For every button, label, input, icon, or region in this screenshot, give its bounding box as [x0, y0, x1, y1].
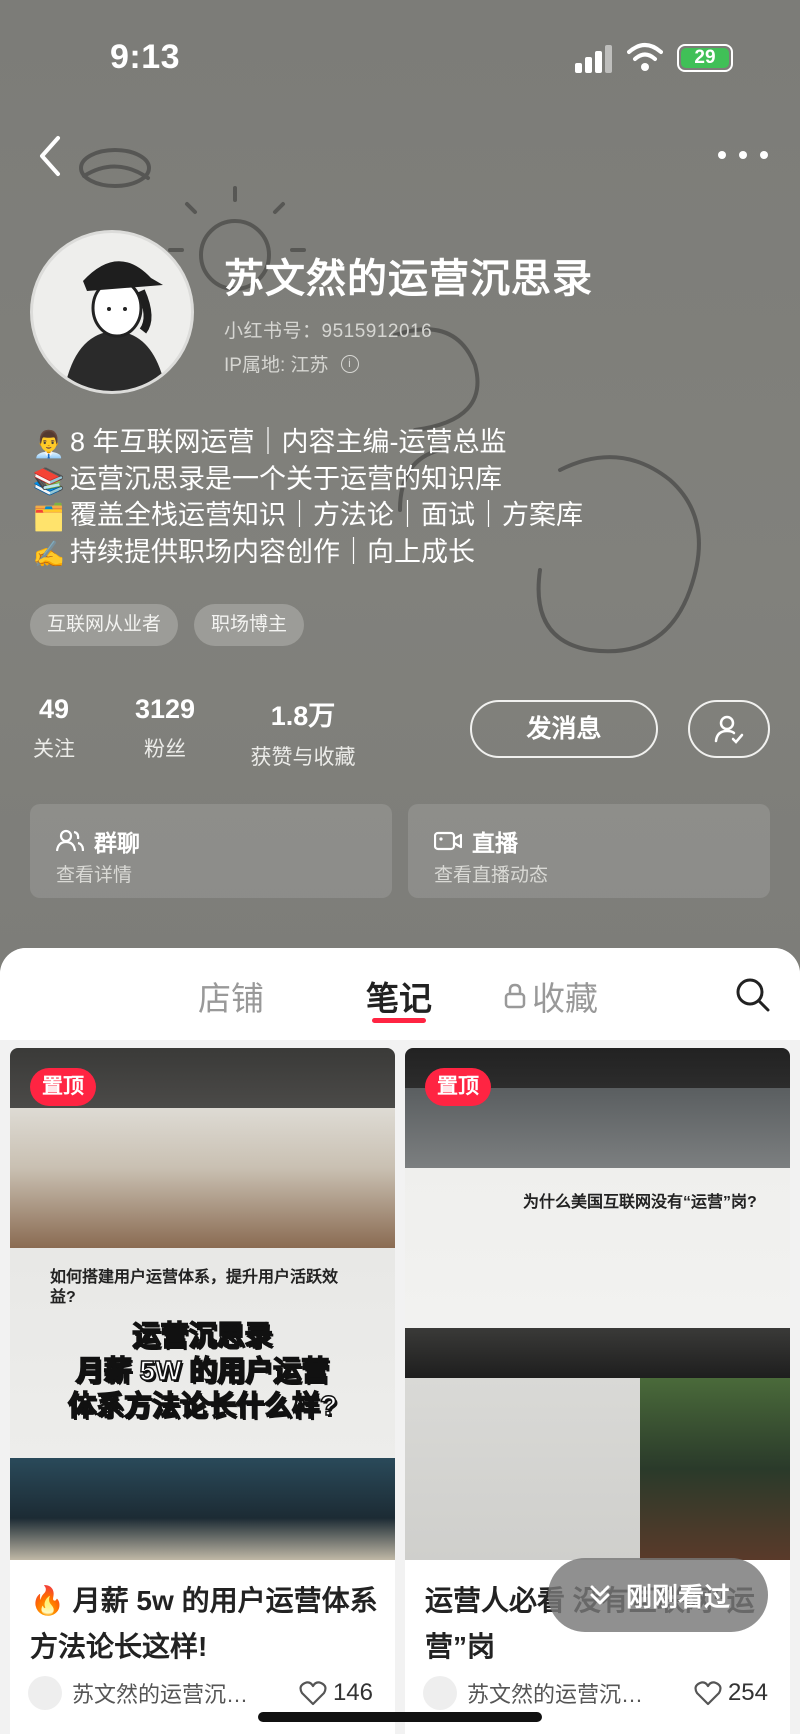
card-title-text: 直播	[472, 830, 518, 856]
author-name: 苏文然的运营沉…	[72, 1682, 249, 1707]
group-icon	[56, 829, 84, 852]
wifi-icon	[627, 43, 663, 71]
overlay-line: 运营沉思录	[132, 1319, 274, 1352]
tab-collections-label: 收藏	[532, 980, 598, 1017]
live-icon	[434, 831, 462, 851]
profile-stats: 49 关注 3129 粉丝 1.8万 获赞与收藏	[30, 694, 364, 771]
more-dot-icon	[739, 151, 747, 159]
stat-number: 1.8万	[270, 701, 336, 731]
active-tab-indicator	[372, 1018, 426, 1023]
search-icon[interactable]	[734, 976, 772, 1014]
like-count[interactable]: 254	[694, 1679, 768, 1707]
ip-location: IP属地: 江苏 i	[224, 350, 359, 377]
heart-icon	[694, 1681, 722, 1706]
profile-tags: 互联网从业者 职场博主	[30, 604, 305, 646]
note-cover-heading: 为什么美国互联网没有“运营”岗?	[523, 1194, 757, 1211]
tag-chip[interactable]: 互联网从业者	[30, 604, 179, 646]
overlay-line: 体系方法论长什么样?	[67, 1389, 338, 1422]
recently-viewed-button[interactable]: 刚刚看过	[548, 1558, 768, 1632]
note-cover-overlay: 运营沉思录 月薪 5W 的用户运营 体系方法论长什么样?	[20, 1318, 385, 1423]
tab-collections[interactable]: 收藏	[504, 972, 598, 1020]
status-time: 9:13	[110, 38, 181, 76]
note-author-row[interactable]: 苏文然的运营沉… 254	[423, 1676, 768, 1710]
fire-emoji-icon: 🔥	[30, 1585, 65, 1616]
signal-icon	[575, 45, 613, 73]
note-card[interactable]: 如何搭建用户运营体系，提升用户活跃效益? 运营沉思录 月薪 5W 的用户运营 体…	[10, 1048, 395, 1734]
bio-line: ✍️ 持续提供职场内容创作｜向上成长	[32, 534, 583, 571]
stat-number: 49	[38, 694, 70, 724]
bio-line: 👨‍💼 8 年互联网运营｜内容主编-运营总监	[32, 424, 583, 461]
bio-text: 持续提供职场内容创作｜向上成长	[70, 536, 475, 567]
bio-text: 运营沉思录是一个关于运营的知识库	[70, 463, 502, 494]
like-count[interactable]: 146	[299, 1679, 373, 1707]
note-author-row[interactable]: 苏文然的运营沉… 146	[28, 1676, 373, 1710]
message-button[interactable]: 发消息	[470, 700, 658, 758]
battery-icon: 29	[677, 44, 733, 72]
bio-line: 📚 运营沉思录是一个关于运营的知识库	[32, 461, 583, 498]
back-icon[interactable]	[32, 128, 72, 184]
like-count-value: 146	[332, 1679, 373, 1706]
writing-hand-emoji-icon: ✍️	[32, 538, 66, 569]
stat-likes[interactable]: 1.8万 获赞与收藏	[242, 694, 364, 771]
info-icon[interactable]: i	[340, 354, 359, 373]
bio-line: 🗂️ 覆盖全栈运营知识｜方法论｜面试｜方案库	[32, 497, 583, 534]
status-bar: 9:13 29	[0, 0, 800, 120]
followed-button[interactable]	[688, 700, 770, 758]
content-tabs: 店铺 笔记 收藏	[0, 948, 800, 1040]
ip-location-text: IP属地: 江苏	[224, 355, 329, 376]
card-title: 直播	[434, 824, 518, 858]
user-check-icon	[714, 715, 744, 744]
author-avatar	[423, 1676, 457, 1710]
stat-following[interactable]: 49 关注	[30, 694, 78, 771]
more-dot-icon	[718, 151, 726, 159]
folder-emoji-icon: 🗂️	[32, 502, 66, 533]
profile-avatar[interactable]	[30, 230, 194, 394]
stat-followers[interactable]: 3129 粉丝	[120, 694, 210, 771]
note-title: 🔥 月薪 5w 的用户运营体系方法论长这样!	[30, 1578, 380, 1670]
profile-bio: 👨‍💼 8 年互联网运营｜内容主编-运营总监 📚 运营沉思录是一个关于运营的知识…	[32, 424, 583, 570]
like-count-value: 254	[727, 1679, 768, 1706]
double-chevron-down-icon	[590, 1585, 610, 1605]
profile-nickname: 苏文然的运营沉思录	[224, 257, 593, 301]
recently-viewed-label: 刚刚看过	[625, 1581, 730, 1612]
profile-background: 9:13 29 苏文然的运营沉思录 小红书号：9515912016 IP属地: …	[0, 0, 800, 960]
group-chat-card[interactable]: 群聊 查看详情	[30, 804, 392, 898]
stat-number: 3129	[134, 694, 196, 724]
note-title-text: 月薪 5w 的用户运营体系方法论长这样!	[30, 1585, 378, 1662]
stat-label: 粉丝	[144, 738, 186, 761]
card-subtitle: 查看直播动态	[434, 865, 549, 886]
note-cover-heading: 如何搭建用户运营体系，提升用户活跃效益?	[50, 1269, 339, 1306]
home-indicator[interactable]	[258, 1712, 542, 1722]
overlay-line: 月薪 5W 的用户运营	[75, 1354, 330, 1387]
person-emoji-icon: 👨‍💼	[32, 429, 66, 460]
tab-notes[interactable]: 笔记	[366, 972, 432, 1020]
books-emoji-icon: 📚	[32, 465, 66, 496]
card-title-text: 群聊	[94, 830, 140, 856]
note-cover-image: 如何搭建用户运营体系，提升用户活跃效益? 运营沉思录 月薪 5W 的用户运营 体…	[10, 1048, 395, 1560]
bio-text: 覆盖全栈运营知识｜方法论｜面试｜方案库	[70, 500, 583, 530]
author-name: 苏文然的运营沉…	[467, 1682, 644, 1707]
tab-store[interactable]: 店铺	[198, 972, 264, 1020]
note-cover-image: 为什么美国互联网没有“运营”岗? 置顶	[405, 1048, 790, 1560]
pinned-badge: 置顶	[425, 1068, 491, 1106]
card-subtitle: 查看详情	[56, 865, 133, 886]
pinned-badge: 置顶	[30, 1068, 96, 1106]
bio-text: 8 年互联网运营｜内容主编-运营总监	[70, 427, 507, 457]
stat-label: 获赞与收藏	[250, 746, 356, 769]
battery-level: 29	[681, 48, 729, 68]
tag-chip[interactable]: 职场博主	[194, 604, 305, 646]
lock-icon	[504, 983, 526, 1009]
more-dot-icon	[760, 151, 768, 159]
heart-icon	[299, 1681, 327, 1706]
card-title: 群聊	[56, 824, 140, 858]
red-id: 小红书号：9515912016	[224, 321, 433, 342]
more-options-button[interactable]	[718, 135, 768, 175]
live-card[interactable]: 直播 查看直播动态	[408, 804, 770, 898]
stat-label: 关注	[33, 738, 75, 761]
author-avatar	[28, 1676, 62, 1710]
